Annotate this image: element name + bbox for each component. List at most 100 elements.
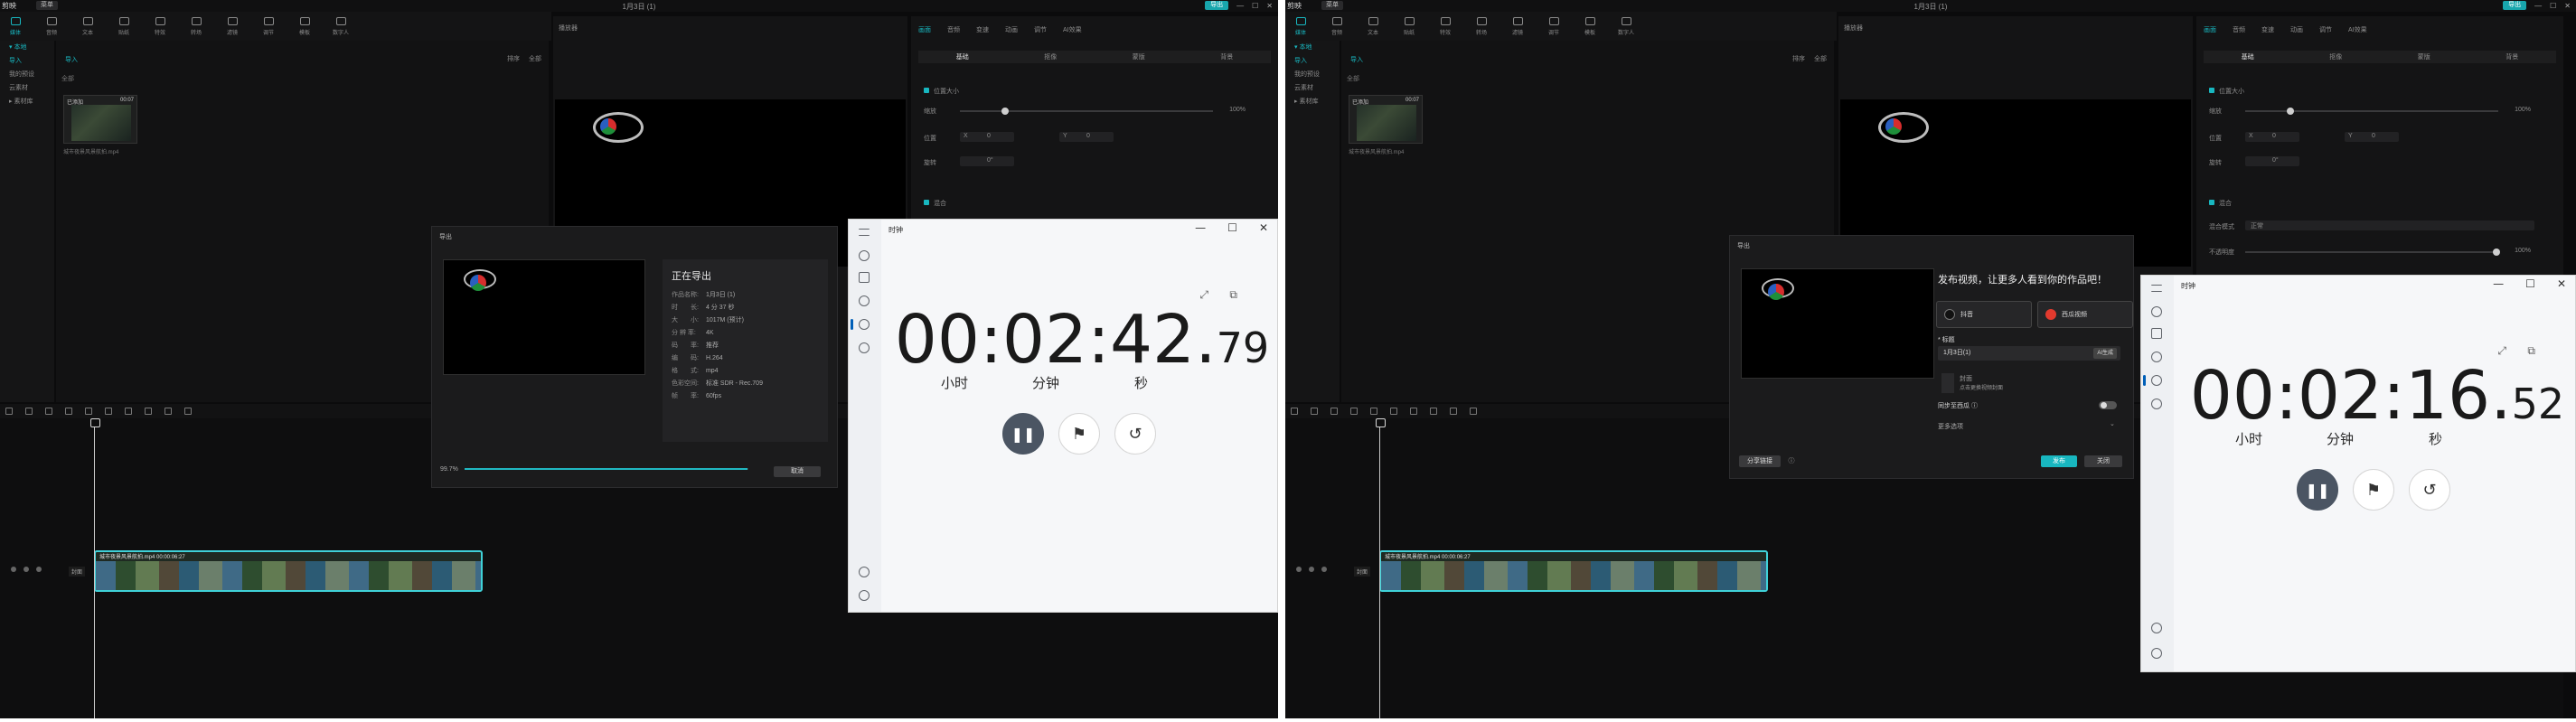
close-button[interactable]: ✕ — [1266, 2, 1273, 10]
stopwatch-icon[interactable] — [2151, 375, 2162, 386]
lap-button[interactable]: ⚑ — [2353, 469, 2394, 511]
focus-icon[interactable] — [859, 250, 870, 261]
all-control[interactable]: 全部 — [1814, 54, 1827, 63]
reverse-icon[interactable] — [1410, 408, 1417, 415]
x-field[interactable]: X0 — [2245, 132, 2299, 142]
mute-icon[interactable] — [36, 567, 42, 572]
minimize-button[interactable]: — — [1195, 221, 1206, 234]
scale-value[interactable]: 100% — [2515, 107, 2531, 113]
platform-xigua[interactable]: 西瓜视频 — [2037, 301, 2133, 328]
tool-adjust[interactable]: 调节 — [259, 12, 278, 41]
reset-button[interactable]: ↺ — [2409, 469, 2450, 511]
alarm-icon[interactable] — [859, 295, 870, 306]
tool-media[interactable]: 媒体 — [5, 12, 25, 41]
subtab-mask[interactable]: 蒙版 — [1133, 52, 1145, 61]
tab-adjust[interactable]: 调节 — [1034, 25, 1047, 34]
settings-icon[interactable] — [859, 590, 870, 601]
mirror-icon[interactable] — [145, 408, 152, 415]
y-field[interactable]: Y0 — [1059, 132, 1114, 142]
subtab-background[interactable]: 背景 — [2505, 52, 2518, 61]
timer-icon[interactable] — [2151, 328, 2162, 339]
split-icon[interactable] — [1350, 408, 1358, 415]
select-tool-icon[interactable] — [1291, 408, 1298, 415]
y-field[interactable]: Y0 — [2345, 132, 2399, 142]
tab-ai-effects[interactable]: AI效果 — [2348, 25, 2367, 34]
filter-all[interactable]: 全部 — [61, 74, 74, 83]
crop-icon[interactable] — [184, 408, 192, 415]
opacity-slider[interactable] — [2245, 248, 2500, 256]
pin-icon[interactable]: ⧉ — [2527, 344, 2535, 358]
tool-digital-human[interactable]: 数字人 — [331, 12, 351, 41]
subtab-background[interactable]: 背景 — [1220, 52, 1233, 61]
nav-import[interactable]: 导入 — [1285, 54, 1340, 68]
eye-icon[interactable] — [1309, 567, 1314, 572]
minimize-button[interactable]: — — [1236, 2, 1244, 10]
maximize-button[interactable]: ☐ — [1227, 221, 1237, 234]
pause-button[interactable]: ❚❚ — [2297, 469, 2338, 511]
crop-icon[interactable] — [1470, 408, 1477, 415]
reset-button[interactable]: ↺ — [1114, 413, 1156, 455]
tool-effects[interactable]: 特效 — [150, 12, 170, 41]
cancel-button[interactable]: 取消 — [774, 466, 821, 477]
tool-effects[interactable]: 特效 — [1435, 12, 1455, 41]
scale-slider[interactable] — [2245, 108, 2498, 115]
account-icon[interactable] — [859, 567, 870, 577]
lock-icon[interactable] — [1296, 567, 1302, 572]
close-button[interactable]: ✕ — [2564, 2, 2571, 10]
tool-filter[interactable]: 滤镜 — [222, 12, 242, 41]
nav-library[interactable]: ▸ 素材库 — [0, 95, 54, 108]
scale-slider-knob[interactable] — [2287, 108, 2294, 115]
maximize-button[interactable]: ☐ — [2550, 2, 2556, 10]
subtab-basic[interactable]: 基础 — [2242, 52, 2254, 61]
timer-icon[interactable] — [859, 272, 870, 283]
blend-mode-select[interactable]: 正常 — [2245, 220, 2534, 230]
rotate-icon[interactable] — [1450, 408, 1457, 415]
publish-button[interactable]: 发布 — [2041, 455, 2077, 467]
delete-icon[interactable] — [1370, 408, 1377, 415]
settings-icon[interactable] — [2151, 648, 2162, 659]
rotate-field[interactable]: 0° — [960, 156, 1014, 166]
nav-local[interactable]: ▾ 本地 — [0, 41, 54, 54]
video-clip[interactable]: 城市夜景风景航拍.mp4 00:00:06:27 — [94, 550, 483, 592]
alarm-icon[interactable] — [2151, 352, 2162, 362]
mute-icon[interactable] — [1321, 567, 1327, 572]
import-header[interactable]: 导入 — [65, 55, 78, 64]
tool-sticker[interactable]: 贴纸 — [114, 12, 134, 41]
nav-presets[interactable]: 我的预设 — [0, 68, 54, 81]
focus-icon[interactable] — [2151, 306, 2162, 317]
tool-digital-human[interactable]: 数字人 — [1616, 12, 1636, 41]
tool-text[interactable]: 文本 — [78, 12, 98, 41]
subtab-cutout[interactable]: 抠像 — [2329, 52, 2342, 61]
export-button[interactable]: 导出 — [1205, 1, 1229, 10]
mirror-icon[interactable] — [1430, 408, 1437, 415]
sort-control[interactable]: 排序 — [507, 54, 520, 63]
title-input[interactable]: 1月3日(1) AI生成 — [1938, 346, 2120, 361]
menu-icon[interactable] — [2151, 285, 2162, 292]
subtab-basic[interactable]: 基础 — [956, 52, 969, 61]
tab-audio[interactable]: 音频 — [2233, 25, 2245, 34]
tool-media[interactable]: 媒体 — [1291, 12, 1311, 41]
nav-presets[interactable]: 我的预设 — [1285, 68, 1340, 81]
cover-button[interactable]: 封面 — [69, 567, 86, 577]
cover-thumb[interactable] — [1941, 373, 1954, 393]
tool-transition[interactable]: 转场 — [186, 12, 206, 41]
media-thumbnail[interactable]: 已添加 00:07 — [1349, 95, 1423, 144]
all-control[interactable]: 全部 — [529, 54, 541, 63]
split-icon[interactable] — [65, 408, 72, 415]
expand-icon[interactable]: ⤢ — [1199, 288, 1208, 302]
close-dialog-button[interactable]: 关闭 — [2084, 455, 2122, 467]
maximize-button[interactable]: ☐ — [1252, 2, 1258, 10]
tool-audio[interactable]: 音频 — [42, 12, 61, 41]
nav-local[interactable]: ▾ 本地 — [1285, 41, 1340, 54]
expand-icon[interactable]: ⤢ — [2497, 344, 2506, 358]
freeze-icon[interactable] — [1390, 408, 1397, 415]
rotate-icon[interactable] — [165, 408, 172, 415]
tab-adjust[interactable]: 调节 — [2319, 25, 2332, 34]
world-clock-icon[interactable] — [2151, 399, 2162, 409]
undo-icon[interactable] — [25, 408, 33, 415]
close-button[interactable]: ✕ — [1259, 221, 1268, 234]
subtab-cutout[interactable]: 抠像 — [1044, 52, 1057, 61]
tool-audio[interactable]: 音频 — [1327, 12, 1347, 41]
filter-all[interactable]: 全部 — [1347, 74, 1359, 83]
redo-icon[interactable] — [45, 408, 52, 415]
